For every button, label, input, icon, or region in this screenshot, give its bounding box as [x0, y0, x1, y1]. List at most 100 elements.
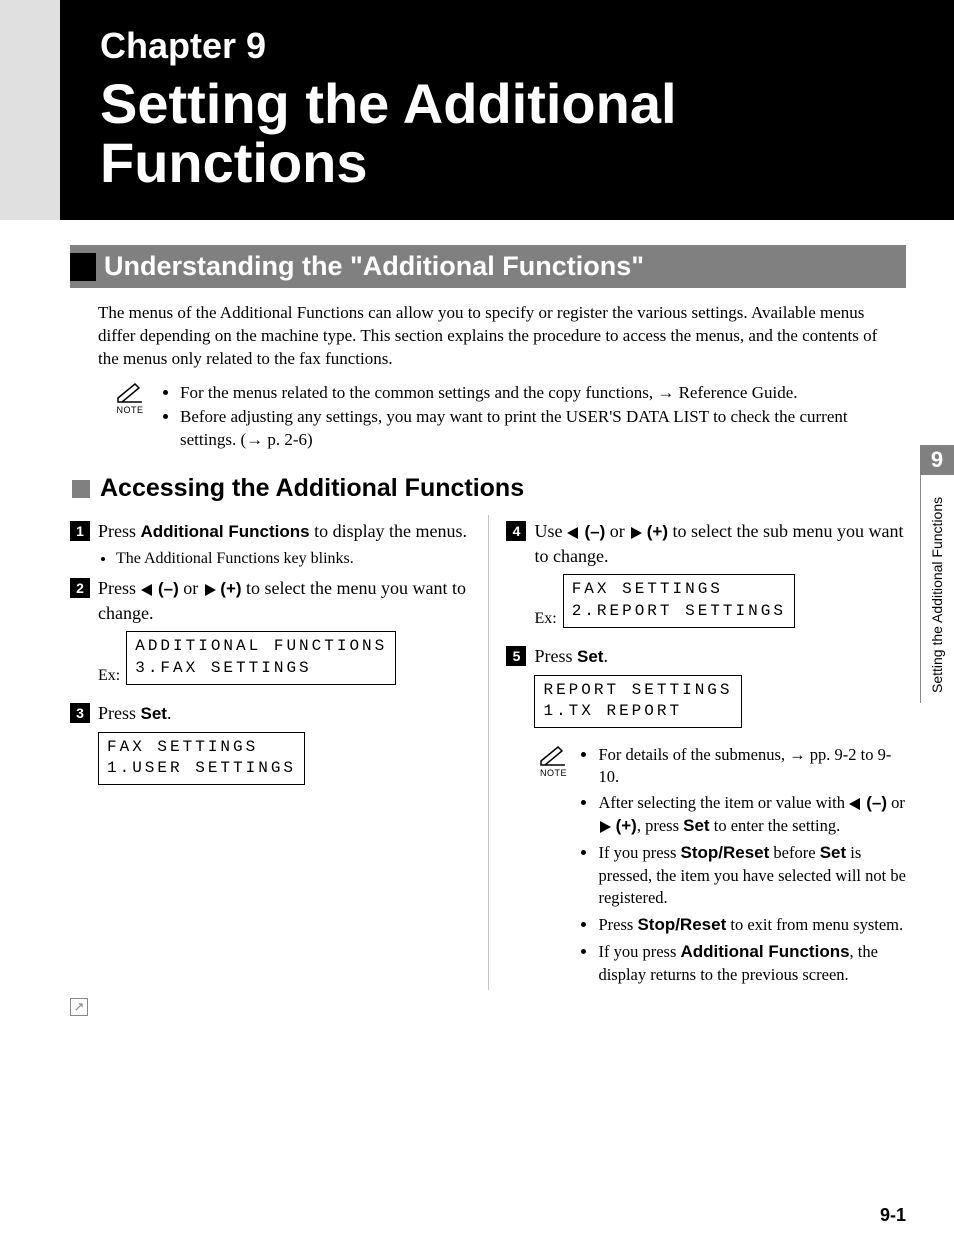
two-column-layout: 1 Press Additional Functions to display …	[70, 515, 906, 990]
lcd-line: 2.REPORT SETTINGS	[572, 602, 786, 620]
note-text: to enter the setting.	[710, 816, 841, 835]
lcd-display: REPORT SETTINGS 1.TX REPORT	[534, 675, 741, 728]
bold-key-name: Stop/Reset	[681, 843, 770, 862]
step-text: Press	[98, 578, 141, 598]
side-tab: 9 Setting the Additional Functions	[920, 445, 954, 703]
right-column: 4 Use (–) or (+) to select the sub menu …	[506, 515, 906, 990]
step-body: Use (–) or (+) to select the sub menu yo…	[534, 519, 906, 568]
bold-key-name: Additional Functions	[141, 522, 310, 541]
step-number-badge: 1	[70, 521, 90, 541]
step-text: .	[167, 703, 172, 723]
right-arrow-icon	[600, 821, 611, 833]
bold-key-name: Set	[683, 816, 709, 835]
step-number-badge: 2	[70, 578, 90, 598]
note-item: For details of the submenus, → pp. 9-2 t…	[598, 744, 906, 789]
note-text: Press	[598, 915, 637, 934]
minus-key: (–)	[158, 579, 179, 598]
step-number-badge: 4	[506, 521, 526, 541]
step-4: 4 Use (–) or (+) to select the sub menu …	[506, 519, 906, 568]
left-arrow-icon	[141, 584, 152, 596]
right-arrow-icon	[631, 527, 642, 539]
step-text: Press	[534, 646, 577, 666]
example-label: Ex:	[534, 610, 556, 628]
note-item: After selecting the item or value with (…	[598, 792, 906, 838]
note-item: If you press Additional Functions, the d…	[598, 941, 906, 986]
section-heading: Understanding the "Additional Functions"	[70, 245, 906, 288]
lcd-line: REPORT SETTINGS	[543, 681, 732, 699]
pencil-note-icon	[538, 744, 568, 766]
page-content: Understanding the "Additional Functions"…	[70, 245, 906, 990]
step-2: 2 Press (–) or (+) to select the menu yo…	[70, 576, 470, 625]
note-icon-column: NOTE	[534, 744, 572, 990]
step-body: Press Set.	[98, 701, 171, 726]
pencil-note-icon	[115, 381, 145, 403]
chapter-label: Chapter 9	[100, 25, 954, 67]
bold-key-name: Set	[577, 647, 603, 666]
intro-note-item: Before adjusting any settings, you may w…	[180, 405, 878, 453]
note-text: before	[769, 843, 819, 862]
step-body: Press Set.	[534, 644, 607, 669]
step-body: Press (–) or (+) to select the menu you …	[98, 576, 470, 625]
step-number-badge: 5	[506, 646, 526, 666]
section-title: Understanding the "Additional Functions"	[104, 251, 644, 282]
lcd-display: FAX SETTINGS 2.REPORT SETTINGS	[563, 574, 795, 627]
lcd-display: ADDITIONAL FUNCTIONS 3.FAX SETTINGS	[126, 631, 396, 684]
lcd-line: FAX SETTINGS	[107, 738, 258, 756]
heading-square-icon	[70, 253, 96, 281]
lcd-example: Ex: ADDITIONAL FUNCTIONS 3.FAX SETTINGS	[98, 631, 470, 684]
note-item: Press Stop/Reset to exit from menu syste…	[598, 914, 906, 937]
note-text: If you press	[598, 942, 680, 961]
left-arrow-icon	[849, 798, 860, 810]
subsection-heading: Accessing the Additional Functions	[72, 474, 906, 503]
step-3: 3 Press Set.	[70, 701, 470, 726]
right-arrow-icon	[205, 584, 216, 596]
step-1-sublist: The Additional Functions key blinks.	[98, 550, 470, 568]
note-text: or	[887, 793, 905, 812]
lcd-example: Ex: FAX SETTINGS 2.REPORT SETTINGS	[534, 574, 906, 627]
subsection-square-icon	[72, 480, 90, 498]
lcd-example: REPORT SETTINGS 1.TX REPORT	[534, 675, 906, 728]
left-column: 1 Press Additional Functions to display …	[70, 515, 470, 990]
plus-key: (+)	[647, 522, 668, 541]
intro-note-list: For the menus related to the common sett…	[162, 381, 878, 452]
note-text: , press	[637, 816, 683, 835]
step-text: .	[603, 646, 608, 666]
tab-chapter-title: Setting the Additional Functions	[921, 475, 953, 703]
step-body: Press Additional Functions to display th…	[98, 519, 467, 544]
chapter-title: Setting the Additional Functions	[100, 75, 954, 193]
example-label: Ex:	[98, 667, 120, 685]
lcd-line: 1.TX REPORT	[543, 702, 682, 720]
minus-key: (–)	[584, 522, 605, 541]
step-text: Press	[98, 521, 141, 541]
note-label: NOTE	[534, 768, 572, 778]
lcd-line: ADDITIONAL FUNCTIONS	[135, 637, 387, 655]
note-text: If you press	[598, 843, 680, 862]
bold-key-name: Stop/Reset	[637, 915, 726, 934]
note-label: NOTE	[108, 405, 152, 415]
note-text: After selecting the item or value with	[598, 793, 849, 812]
lcd-line: 3.FAX SETTINGS	[135, 659, 311, 677]
subsection-title: Accessing the Additional Functions	[100, 474, 524, 503]
note-icon-column: NOTE	[108, 381, 152, 452]
column-divider	[488, 515, 489, 990]
bold-key-name: Additional Functions	[681, 942, 850, 961]
step-sublist-item: The Additional Functions key blinks.	[116, 550, 470, 568]
lcd-display: FAX SETTINGS 1.USER SETTINGS	[98, 732, 305, 785]
note-text: to exit from menu system.	[726, 915, 903, 934]
chapter-header: Chapter 9 Setting the Additional Functio…	[60, 0, 954, 220]
intro-note: NOTE For the menus related to the common…	[108, 381, 878, 452]
step-text: to display the menus.	[310, 521, 467, 541]
lcd-example: FAX SETTINGS 1.USER SETTINGS	[98, 732, 470, 785]
step-text: or	[605, 521, 629, 541]
step-text: or	[179, 578, 203, 598]
minus-key: (–)	[866, 793, 887, 812]
step-text: Use	[534, 521, 567, 541]
step-5-note: NOTE For details of the submenus, → pp. …	[534, 744, 906, 990]
step-5-note-list: For details of the submenus, → pp. 9-2 t…	[580, 744, 906, 990]
intro-paragraph: The menus of the Additional Functions ca…	[98, 302, 878, 371]
corner-arrow-icon: ↗	[70, 998, 88, 1016]
lcd-line: 1.USER SETTINGS	[107, 759, 296, 777]
lcd-line: FAX SETTINGS	[572, 580, 723, 598]
plus-key: (+)	[220, 579, 241, 598]
intro-note-item: For the menus related to the common sett…	[180, 381, 878, 405]
